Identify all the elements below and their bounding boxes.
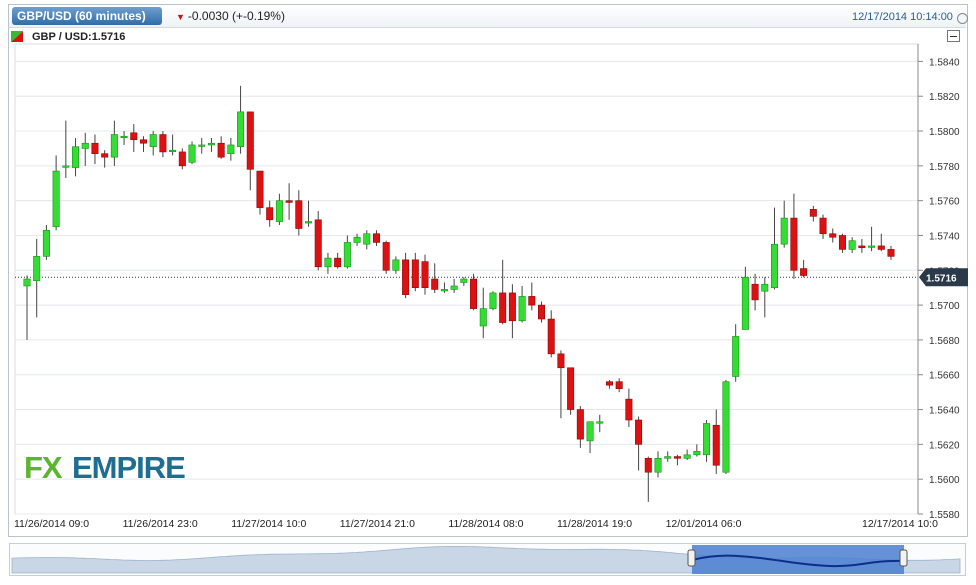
- series-label: GBP / USD:1.5716: [32, 31, 126, 43]
- symbol-tab[interactable]: GBP/USD (60 minutes): [12, 7, 162, 25]
- last-update-datetime: 12/17/2014 10:14:00: [852, 11, 953, 23]
- price-change-text: -0.0030 (+-0.19%): [187, 9, 285, 23]
- settings-circle-icon[interactable]: [957, 13, 968, 24]
- chart-frame: [8, 4, 968, 537]
- down-triangle-icon: ▼: [176, 12, 185, 22]
- navigator-pane[interactable]: [9, 543, 966, 576]
- price-change: ▼ -0.0030 (+-0.19%): [176, 9, 285, 23]
- candle-series-icon: [11, 31, 23, 42]
- minimize-button[interactable]: [947, 30, 960, 42]
- chart-header: GBP/USD (60 minutes) ▼ -0.0030 (+-0.19%) …: [9, 5, 968, 28]
